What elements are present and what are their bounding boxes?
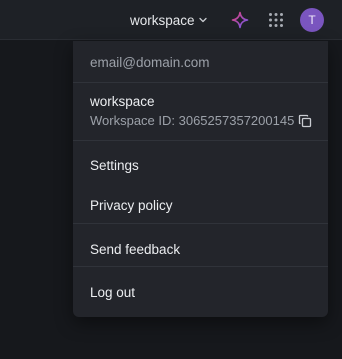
menu-divider [73, 140, 328, 141]
menu-item-settings[interactable]: Settings [90, 158, 139, 173]
menu-item-privacy-policy[interactable]: Privacy policy [90, 198, 173, 213]
account-email: email@domain.com [90, 55, 210, 70]
workspace-id-row: Workspace ID: 3065257357200145 [90, 113, 312, 128]
apps-grid-icon[interactable] [268, 12, 284, 28]
top-bar: workspace T [0, 0, 342, 40]
workspace-name: workspace [90, 94, 155, 109]
menu-divider [73, 223, 328, 224]
chevron-down-icon [198, 17, 207, 23]
sparkle-icon[interactable] [231, 11, 249, 29]
workspace-id: Workspace ID: 3065257357200145 [90, 113, 295, 128]
avatar-initial: T [308, 13, 316, 27]
account-menu: email@domain.com workspace Workspace ID:… [73, 41, 328, 317]
menu-item-send-feedback[interactable]: Send feedback [90, 242, 180, 257]
menu-divider [73, 266, 328, 267]
menu-divider [73, 82, 328, 83]
workspace-switcher[interactable]: workspace [130, 11, 208, 29]
workspace-switcher-label: workspace [130, 12, 195, 28]
menu-item-log-out[interactable]: Log out [90, 285, 135, 300]
avatar[interactable]: T [300, 8, 324, 32]
copy-icon[interactable] [298, 114, 312, 128]
